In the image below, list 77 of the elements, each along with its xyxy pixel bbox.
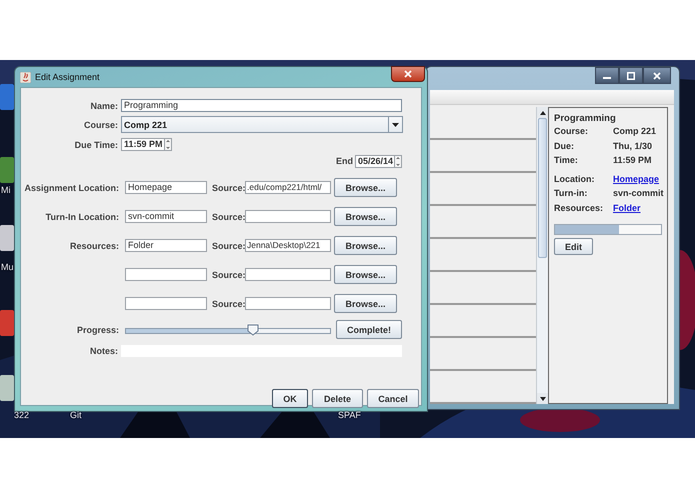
detail-value: svn-commit xyxy=(613,188,664,200)
progress-slider[interactable] xyxy=(125,324,331,336)
field-label: Notes: xyxy=(88,346,118,356)
detail-link[interactable]: Homepage xyxy=(613,174,660,185)
icon-label: Mu xyxy=(1,262,14,272)
delete-button[interactable]: Delete xyxy=(312,389,363,408)
browse-button[interactable]: Browse... xyxy=(334,207,397,226)
browse-button[interactable]: Browse... xyxy=(334,236,397,255)
spin-buttons[interactable] xyxy=(395,154,402,168)
icon-label: Mi xyxy=(1,185,10,195)
detail-value: Thu, 1/30 xyxy=(613,140,652,152)
detail-label: Turn-in: xyxy=(554,188,588,200)
field-label: Assignment Location: xyxy=(23,182,119,192)
date-field[interactable]: 05/26/14 xyxy=(354,154,395,168)
input-field[interactable] xyxy=(245,297,331,310)
up-down-arrows-icon xyxy=(166,139,170,150)
input-field[interactable] xyxy=(245,210,331,223)
input-field[interactable]: Folder xyxy=(125,239,207,252)
window-title: Edit Assignment xyxy=(35,72,100,82)
input-field[interactable] xyxy=(245,268,331,281)
browse-button[interactable]: Browse... xyxy=(334,265,397,284)
field-label: Source: xyxy=(212,298,243,308)
field-label: Turn-In Location: xyxy=(44,212,119,222)
scroll-thumb[interactable] xyxy=(538,118,547,258)
field-label: Source: xyxy=(212,182,243,192)
scroll-down-button[interactable] xyxy=(537,393,548,404)
minimize-button[interactable] xyxy=(595,67,619,84)
browse-button[interactable]: Browse... xyxy=(334,294,397,313)
detail-label: Due: xyxy=(554,140,574,152)
icon-label: Git xyxy=(70,410,82,420)
field-label: Name: xyxy=(89,100,118,110)
detail-label: Course: xyxy=(554,126,588,138)
field-label: Source: xyxy=(212,212,243,222)
maximize-button[interactable] xyxy=(619,67,643,84)
close-icon xyxy=(404,70,412,78)
field-label: Course: xyxy=(82,120,118,130)
close-button[interactable] xyxy=(391,66,425,82)
browse-button[interactable]: Browse... xyxy=(334,178,397,197)
input-field[interactable]: .edu/comp221/html/ xyxy=(245,181,331,194)
scrollbar[interactable] xyxy=(536,107,548,404)
icon-label: SPAF xyxy=(338,410,361,420)
input-field[interactable]: Homepage xyxy=(125,181,207,194)
detail-link[interactable]: Folder xyxy=(613,202,641,214)
down-arrow-icon xyxy=(540,396,546,400)
detail-title: Programming xyxy=(554,113,616,124)
field-label: End xyxy=(336,156,353,166)
detail-value: Comp 221 xyxy=(613,126,656,138)
field-label: Resources: xyxy=(68,240,119,250)
input-field[interactable] xyxy=(125,297,207,310)
detail-label: Location: xyxy=(554,174,594,185)
field-label: Source: xyxy=(212,270,243,280)
cancel-button[interactable]: Cancel xyxy=(367,389,419,408)
java-icon xyxy=(20,72,31,82)
scroll-up-button[interactable] xyxy=(537,107,548,118)
input-field[interactable]: svn-commit xyxy=(125,210,207,223)
maximize-icon xyxy=(627,72,635,80)
input-field[interactable]: Programming xyxy=(121,99,402,112)
complete-button[interactable]: Complete! xyxy=(336,320,402,339)
course-dropdown[interactable]: Comp 221 xyxy=(121,116,403,133)
caret-icon xyxy=(392,122,399,126)
up-down-arrows-icon xyxy=(396,156,400,166)
input-field[interactable] xyxy=(125,268,207,281)
close-icon xyxy=(653,72,661,80)
field-label: Source: xyxy=(212,240,243,250)
detail-value: 11:59 PM xyxy=(613,155,652,166)
field-label: Due Time: xyxy=(74,140,118,150)
up-arrow-icon xyxy=(540,110,546,114)
slider-thumb[interactable] xyxy=(246,324,259,336)
field-label: Progress: xyxy=(76,324,119,334)
time-field[interactable]: 11:59 PM xyxy=(121,138,165,151)
input-field[interactable]: Jenna\Desktop\221 xyxy=(245,239,331,252)
edit-button[interactable]: Edit xyxy=(554,238,593,255)
ok-button[interactable]: OK xyxy=(272,389,308,408)
detail-label: Resources: xyxy=(554,202,604,214)
detail-label: Time: xyxy=(554,155,578,166)
close-button[interactable] xyxy=(643,67,671,84)
icon-label: 322 xyxy=(14,410,30,420)
